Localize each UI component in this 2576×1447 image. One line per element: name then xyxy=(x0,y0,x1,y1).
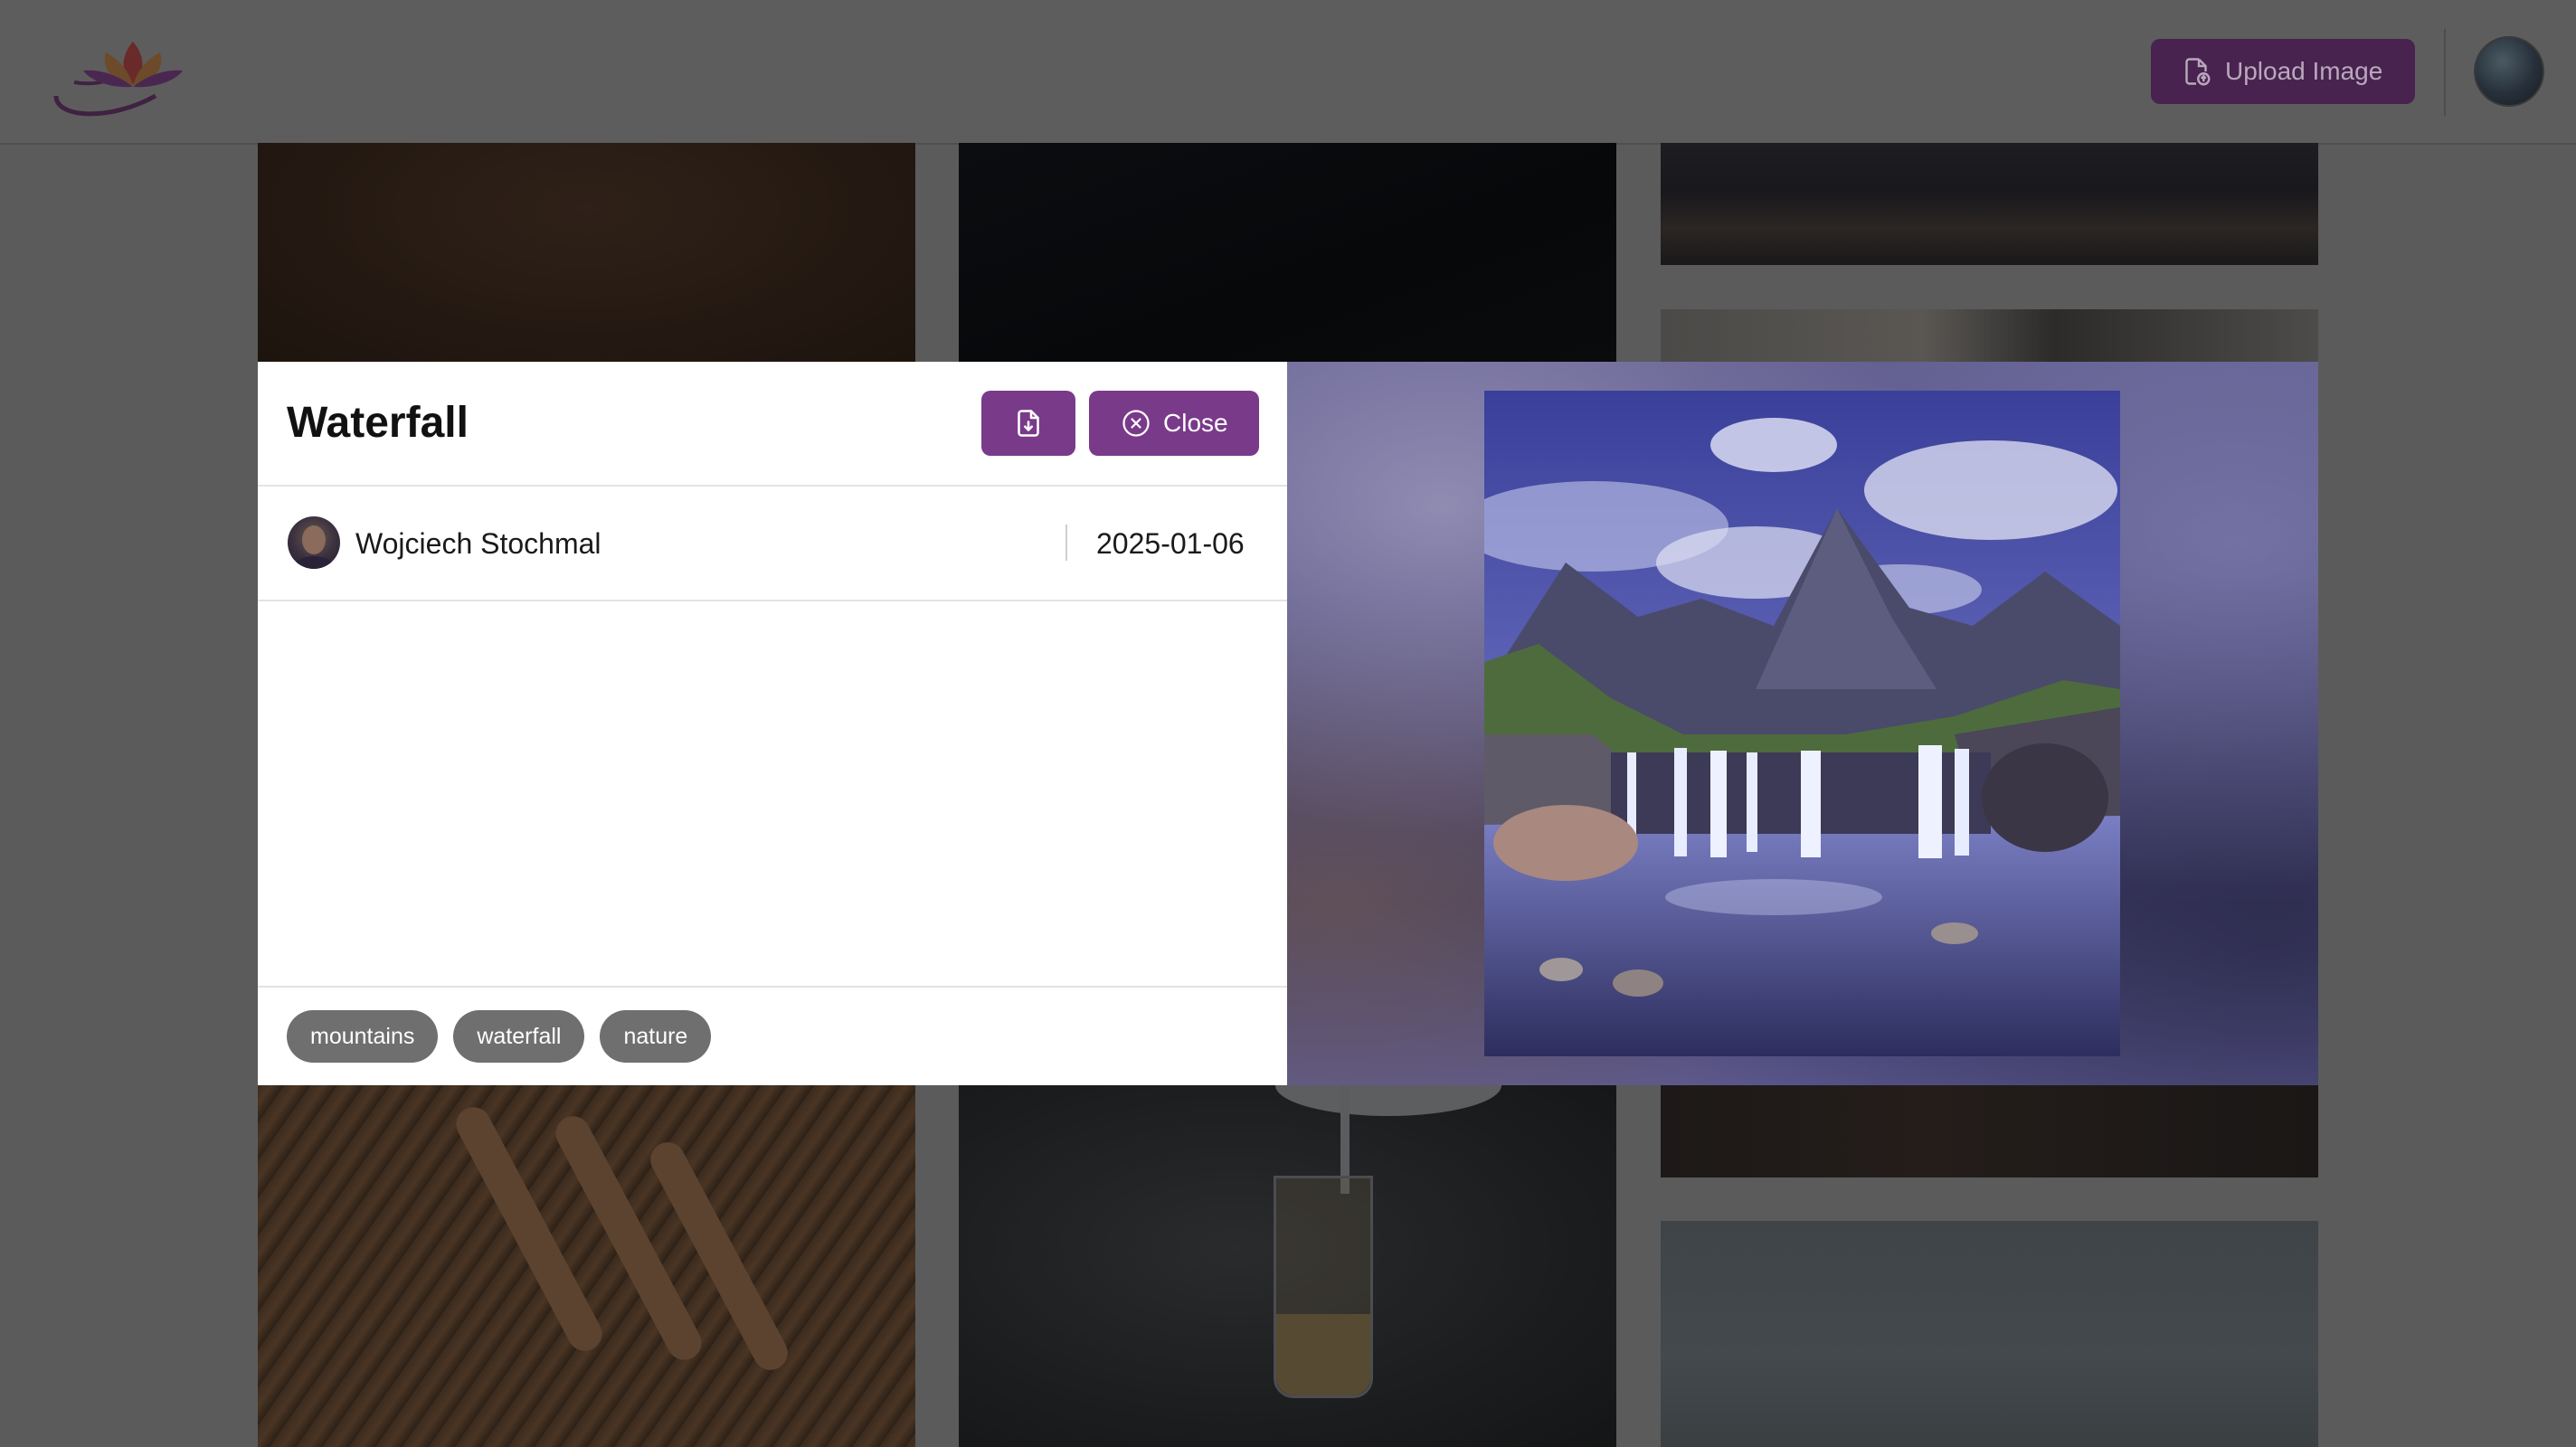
gallery-tile[interactable] xyxy=(959,143,1616,362)
upload-date: 2025-01-06 xyxy=(1096,527,1245,560)
tag-chip[interactable]: nature xyxy=(600,1010,712,1063)
gallery-tile[interactable] xyxy=(1661,143,2318,265)
meta-divider-line xyxy=(258,600,1287,601)
close-button[interactable]: Close xyxy=(1089,391,1259,456)
image-info-panel: Waterfall Close Wojciech Stochmal 2025-0… xyxy=(258,362,1287,1085)
lotus-logo[interactable] xyxy=(47,33,219,123)
download-button[interactable] xyxy=(981,391,1075,456)
gallery-tile[interactable] xyxy=(258,1085,915,1447)
gallery-tile[interactable] xyxy=(258,143,915,362)
tag-chip[interactable]: waterfall xyxy=(453,1010,585,1063)
close-circle-icon xyxy=(1122,410,1150,437)
waterfall-photo xyxy=(1484,391,2120,1056)
image-detail-modal: Waterfall Close Wojciech Stochmal 2025-0… xyxy=(258,362,2318,1085)
tags-divider-line xyxy=(258,986,1287,988)
image-preview-panel xyxy=(1287,362,2318,1085)
image-title: Waterfall xyxy=(287,399,469,447)
gallery-tile[interactable] xyxy=(959,1085,1616,1447)
user-avatar[interactable] xyxy=(2474,36,2544,107)
upload-image-label: Upload Image xyxy=(2225,57,2383,85)
tag-chip[interactable]: mountains xyxy=(287,1010,439,1063)
author-avatar[interactable] xyxy=(288,516,340,569)
header-divider xyxy=(2444,29,2446,116)
upload-file-icon xyxy=(2185,58,2211,86)
upload-image-button[interactable]: Upload Image xyxy=(2151,39,2415,104)
gallery-tile[interactable] xyxy=(1661,309,2318,364)
gallery-tile[interactable] xyxy=(1661,1221,2318,1447)
header-divider-line xyxy=(258,485,1287,487)
close-label: Close xyxy=(1163,409,1228,437)
gallery-tile[interactable] xyxy=(1661,1085,2318,1177)
download-file-icon xyxy=(1018,410,1039,437)
tag-list: mountains waterfall nature xyxy=(287,1010,712,1063)
author-name[interactable]: Wojciech Stochmal xyxy=(355,527,601,561)
app-header: Upload Image xyxy=(0,0,2576,145)
meta-divider xyxy=(1065,525,1067,561)
